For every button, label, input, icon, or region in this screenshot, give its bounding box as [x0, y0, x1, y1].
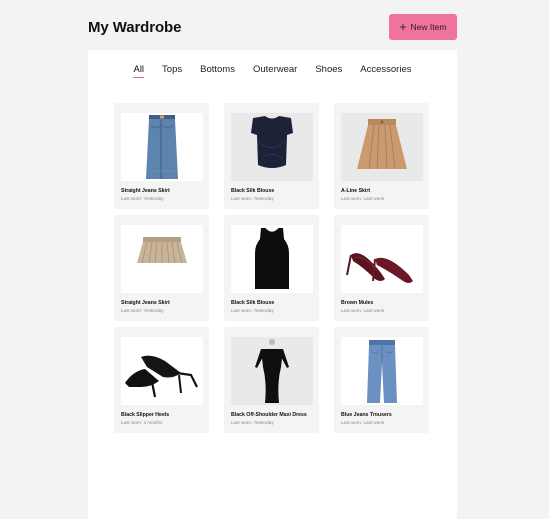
wardrobe-panel: All Tops Bottoms Outerwear Shoes Accesso… [88, 50, 457, 519]
item-card[interactable]: A-Line Skirt Last worn: Last week [334, 103, 429, 209]
item-name: Black Slipper Heels [121, 412, 170, 418]
item-last-worn: Last worn: Yesterday [121, 308, 164, 313]
item-card[interactable]: Black Slipper Heels Last worn: 2 months [114, 327, 209, 433]
tab-outerwear[interactable]: Outerwear [244, 63, 306, 77]
item-card[interactable]: Black Silk Blouse Last worn: Yesterday [224, 215, 319, 321]
tab-bottoms[interactable]: Bottoms [191, 63, 244, 77]
item-grid: Straight Jeans Skirt Last worn: Yesterda… [114, 103, 430, 433]
item-name: Straight Jeans Skirt [121, 300, 170, 306]
black-heels-image [121, 337, 203, 405]
item-card[interactable]: Blue Jeans Trousers Last worn: Last week [334, 327, 429, 433]
category-tabs: All Tops Bottoms Outerwear Shoes Accesso… [88, 63, 457, 78]
item-last-worn: Last worn: Yesterday [231, 308, 274, 313]
denim-skirt-image [121, 113, 203, 181]
tab-tops[interactable]: Tops [153, 63, 191, 77]
item-last-worn: Last worn: Yesterday [121, 196, 164, 201]
tab-accessories[interactable]: Accessories [351, 63, 420, 77]
item-card[interactable]: Straight Jeans Skirt Last worn: Yesterda… [114, 215, 209, 321]
item-last-worn: Last worn: Last week [341, 308, 385, 313]
item-name: Black Silk Blouse [231, 188, 275, 194]
navy-blouse-image [231, 113, 313, 181]
item-card[interactable]: Straight Jeans Skirt Last worn: Yesterda… [114, 103, 209, 209]
item-name: Brown Mules [341, 300, 374, 306]
item-last-worn: Last worn: 2 months [121, 420, 163, 425]
item-last-worn: Last worn: Yesterday [231, 420, 274, 425]
page-title: My Wardrobe [88, 18, 182, 36]
item-name: Blue Jeans Trousers [341, 412, 392, 418]
item-name: Black Off-Shoulder Maxi Dress [231, 412, 307, 418]
item-card[interactable]: Brown Mules Last worn: Last week [334, 215, 429, 321]
tab-shoes[interactable]: Shoes [306, 63, 351, 77]
blue-jeans-image [341, 337, 423, 405]
black-tank-top-image [231, 225, 313, 293]
black-maxi-dress-image [231, 337, 313, 405]
item-name: Black Silk Blouse [231, 300, 275, 306]
burgundy-heels-image [341, 225, 423, 293]
tab-all[interactable]: All [124, 63, 153, 78]
item-last-worn: Last worn: Yesterday [231, 196, 274, 201]
new-item-button[interactable]: + New Item [389, 14, 457, 40]
page-header: My Wardrobe + New Item [88, 14, 457, 40]
camel-skirt-image [341, 113, 423, 181]
item-card[interactable]: Black Silk Blouse Last worn: Yesterday [224, 103, 319, 209]
item-name: A-Line Skirt [341, 188, 371, 194]
item-last-worn: Last worn: Last week [341, 420, 385, 425]
plus-icon: + [399, 19, 407, 34]
new-item-label: New Item [410, 22, 447, 32]
item-name: Straight Jeans Skirt [121, 188, 170, 194]
item-last-worn: Last worn: Last week [341, 196, 385, 201]
pleated-mini-skirt-image [121, 225, 203, 293]
item-card[interactable]: Black Off-Shoulder Maxi Dress Last worn:… [224, 327, 319, 433]
